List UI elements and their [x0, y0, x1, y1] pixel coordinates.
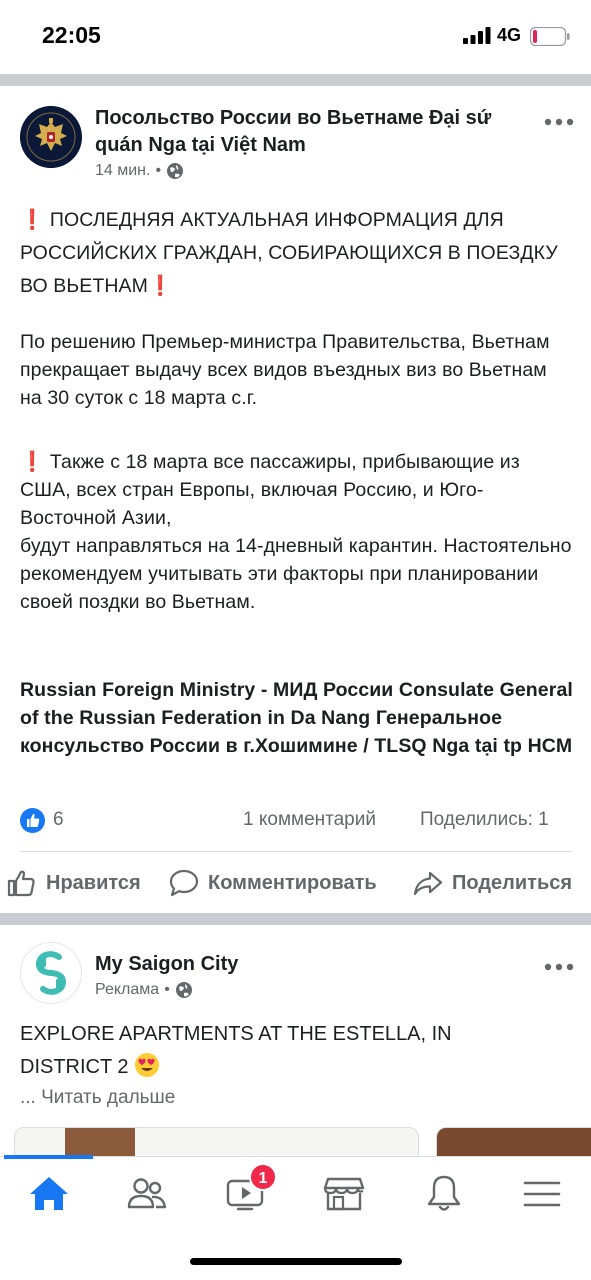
notifications-icon[interactable]	[422, 1173, 466, 1213]
post-tags[interactable]: Russian Foreign Ministry - МИД России Co…	[20, 676, 580, 760]
page-avatar[interactable]	[20, 106, 82, 168]
thumbs-up-icon	[7, 870, 35, 897]
like-button-label: Нравится	[46, 871, 141, 894]
coat-of-arms-logo	[20, 106, 82, 168]
read-more-link[interactable]: ... Читать дальше	[20, 1087, 175, 1109]
menu-icon[interactable]	[520, 1173, 564, 1213]
post-headline-text: ПОСЛЕДНЯЯ АКТУАЛЬНАЯ ИНФОРМАЦИЯ ДЛЯ РОСС…	[20, 209, 558, 297]
share-arrow-icon	[413, 871, 443, 896]
shares-count[interactable]: Поделились: 1	[420, 809, 549, 831]
status-time: 22:05	[42, 22, 101, 48]
post-paragraph-1: По решению Премьер-министра Правительств…	[20, 331, 550, 409]
watch-notification-badge: 1	[249, 1163, 277, 1191]
post-paragraph-2: ❗ Также с 18 марта все пассажиры, прибыв…	[20, 448, 576, 616]
globe-icon	[175, 982, 192, 998]
feed-separator	[0, 913, 591, 925]
post-headline: ❗ ПОСЛЕДНЯЯ АКТУАЛЬНАЯ ИНФОРМАЦИЯ ДЛЯ РО…	[20, 204, 568, 303]
active-tab-indicator	[4, 1155, 93, 1159]
home-indicator	[190, 1258, 402, 1265]
share-button[interactable]: Поделиться	[412, 868, 572, 898]
exclamation-emoji-icon: ❗	[20, 451, 45, 473]
more-options-icon[interactable]	[544, 962, 574, 972]
feed-separator	[0, 74, 591, 86]
sponsored-label[interactable]: Реклама	[95, 981, 159, 999]
reactions-summary: 6 1 комментарий Поделились: 1	[20, 806, 572, 836]
ad-meta: Реклама •	[95, 981, 193, 999]
friends-icon[interactable]	[125, 1173, 169, 1213]
meta-separator: •	[164, 981, 170, 998]
post-meta: 14 мин. •	[95, 162, 184, 180]
comment-button[interactable]: Комментировать	[168, 868, 377, 898]
comment-bubble-icon	[169, 869, 199, 897]
ad-avatar[interactable]	[20, 942, 82, 1004]
post-time[interactable]: 14 мин.	[95, 162, 150, 180]
network-type: 4G	[497, 25, 522, 45]
more-options-icon[interactable]	[544, 117, 574, 127]
my-saigon-city-logo	[35, 951, 67, 995]
comments-count[interactable]: 1 комментарий	[243, 809, 376, 831]
comment-button-label: Комментировать	[208, 871, 377, 894]
globe-icon	[167, 163, 184, 179]
post-author[interactable]: Посольство России во Вьетнаме Đại sứ quá…	[95, 105, 515, 159]
meta-separator: •	[155, 162, 162, 179]
home-icon[interactable]	[27, 1173, 71, 1213]
cellular-signal-icon	[463, 27, 491, 44]
post-actions: Нравится Комментировать Поделиться	[0, 862, 591, 906]
ad-author[interactable]: My Saigon City	[95, 951, 238, 978]
heart-eyes-emoji-icon	[134, 1052, 160, 1089]
share-button-label: Поделиться	[452, 871, 573, 894]
like-count[interactable]: 6	[53, 809, 64, 831]
marketplace-icon[interactable]	[322, 1173, 366, 1213]
ad-text: EXPLORE APARTMENTS AT THE ESTELLA, IN DI…	[20, 1018, 540, 1089]
ad-text-content: EXPLORE APARTMENTS AT THE ESTELLA, IN DI…	[20, 1023, 452, 1078]
status-bar: 22:05 4G	[0, 0, 591, 74]
post-paragraph-2-text: Также с 18 марта все пассажиры, прибываю…	[20, 451, 572, 613]
exclamation-emoji-icon: ❗	[148, 275, 173, 297]
exclamation-emoji-icon: ❗	[20, 209, 45, 231]
battery-icon	[530, 27, 570, 46]
actions-divider	[20, 851, 572, 852]
like-reaction-icon[interactable]	[20, 808, 45, 833]
like-button[interactable]: Нравится	[6, 868, 141, 898]
